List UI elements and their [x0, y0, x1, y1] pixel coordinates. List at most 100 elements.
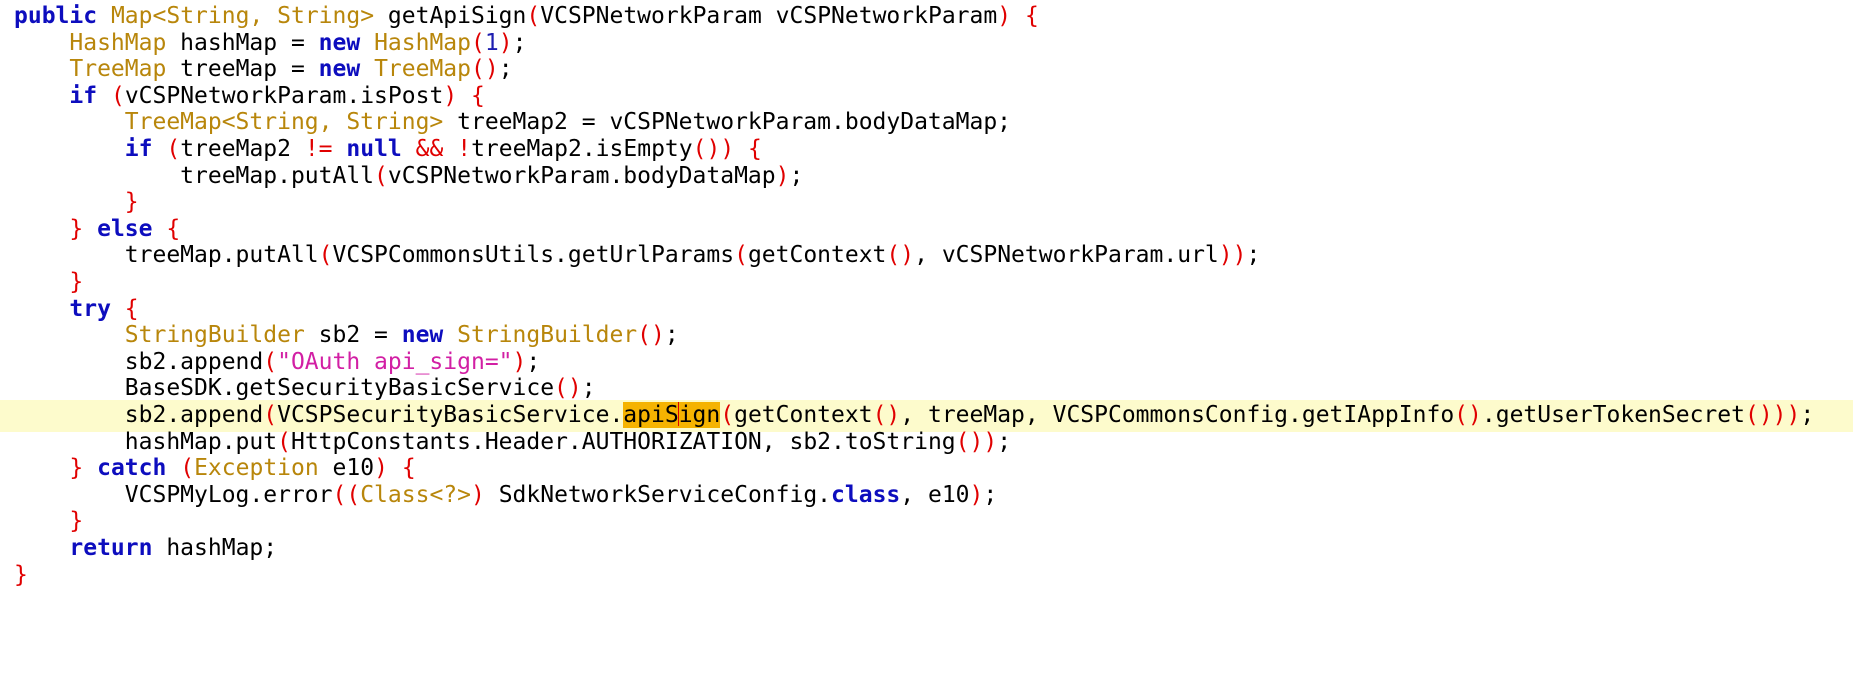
punctuation-token: }: [124, 189, 139, 216]
code-token: ;: [664, 322, 679, 349]
code-token: BaseSDK.getSecurityBasicService: [14, 375, 555, 402]
code-token: HttpConstants.Header.AUTHORIZATION, sb2.…: [290, 428, 956, 455]
search-highlight: ign: [678, 402, 721, 428]
keyword-token: class: [831, 481, 901, 508]
code-token: treeMap.putAll: [14, 242, 319, 269]
punctuation-token: {: [1024, 3, 1039, 29]
code-token: VCSPNetworkParam vCSPNetworkParam: [540, 3, 998, 29]
keyword-token: null: [346, 136, 402, 162]
punctuation-token: &&: [415, 136, 444, 162]
code-token: ;: [526, 348, 541, 375]
code-token: VCSPSecurityBasicService.: [277, 402, 624, 428]
punctuation-token: (: [263, 348, 278, 375]
punctuation-token: {: [401, 455, 416, 482]
punctuation-token: (): [471, 56, 499, 83]
code-token: getContext: [734, 402, 873, 428]
code-token: .getUserTokenSecret: [1481, 402, 1745, 428]
punctuation-token: (: [180, 455, 195, 482]
punctuation-token: }: [69, 215, 84, 242]
type-token: Map<String, String>: [110, 3, 375, 29]
punctuation-token: !: [457, 136, 472, 162]
code-editor[interactable]: public Map<String, String> getApiSign(VC…: [0, 0, 1853, 694]
punctuation-token: ): [775, 162, 790, 189]
code-token: hashMap;: [152, 535, 278, 561]
code-token: treeMap2 = vCSPNetworkParam.bodyDataMap;: [443, 109, 1012, 136]
search-highlight: apiS: [623, 402, 679, 428]
punctuation-token: ): [512, 348, 527, 375]
punctuation-token: ): [374, 455, 388, 482]
punctuation-token: ())): [1744, 402, 1801, 428]
code-token: , vCSPNetworkParam.url: [914, 242, 1219, 269]
keyword-token: catch: [97, 455, 167, 482]
code-token: ;: [1800, 402, 1815, 428]
keyword-token: new: [318, 29, 361, 56]
punctuation-token: ): [443, 82, 458, 109]
punctuation-token: !=: [304, 136, 333, 162]
punctuation-token: (: [318, 242, 333, 269]
punctuation-token: (): [554, 375, 582, 402]
code-token: sb2 =: [304, 322, 402, 349]
punctuation-token: }: [14, 561, 28, 588]
punctuation-token: ()): [955, 428, 998, 455]
type-token: HashMap: [374, 29, 471, 56]
type-token: HashMap: [69, 29, 167, 56]
keyword-token: if: [69, 82, 98, 109]
code-token: hashMap.put: [14, 428, 278, 455]
code-token: ;: [1246, 242, 1261, 269]
code-token: ;: [581, 375, 596, 402]
punctuation-token: {: [748, 136, 762, 162]
punctuation-token: (: [526, 3, 541, 29]
code-token: sb2.append: [14, 402, 264, 428]
keyword-token: return: [69, 535, 153, 561]
punctuation-token: {: [471, 82, 485, 109]
code-token: treeMap2.isEmpty: [471, 136, 693, 162]
punctuation-token: }: [69, 455, 84, 482]
code-token: treeMap =: [166, 56, 319, 83]
type-token: TreeMap<String, String>: [124, 109, 444, 136]
punctuation-token: )): [1218, 242, 1247, 269]
code-token: hashMap =: [166, 29, 319, 56]
punctuation-token: (: [277, 428, 291, 455]
punctuation-token: ): [470, 481, 485, 508]
code-token: VCSPMyLog.error: [14, 481, 333, 508]
type-token: Class<?>: [360, 481, 471, 508]
punctuation-token: }: [69, 269, 84, 295]
code-token: treeMap.putAll: [14, 162, 375, 189]
punctuation-token: ): [997, 3, 1012, 29]
keyword-token: new: [401, 322, 444, 349]
punctuation-token: (: [374, 162, 388, 189]
punctuation-token: (: [734, 242, 748, 269]
code-line[interactable]: }: [0, 560, 1853, 592]
code-token: ;: [789, 162, 804, 189]
punctuation-token: (: [263, 402, 278, 428]
code-line-text: }: [14, 560, 28, 592]
code-token: getApiSign: [374, 3, 527, 29]
punctuation-token: {: [124, 295, 139, 322]
punctuation-token: (): [637, 322, 665, 349]
code-token: ;: [498, 56, 513, 83]
keyword-token: try: [69, 295, 111, 322]
code-token: ;: [512, 29, 527, 56]
punctuation-token: ): [498, 29, 513, 56]
code-token: e10: [318, 455, 375, 482]
code-token: vCSPNetworkParam.bodyDataMap: [387, 162, 776, 189]
punctuation-token: (): [1454, 402, 1482, 428]
